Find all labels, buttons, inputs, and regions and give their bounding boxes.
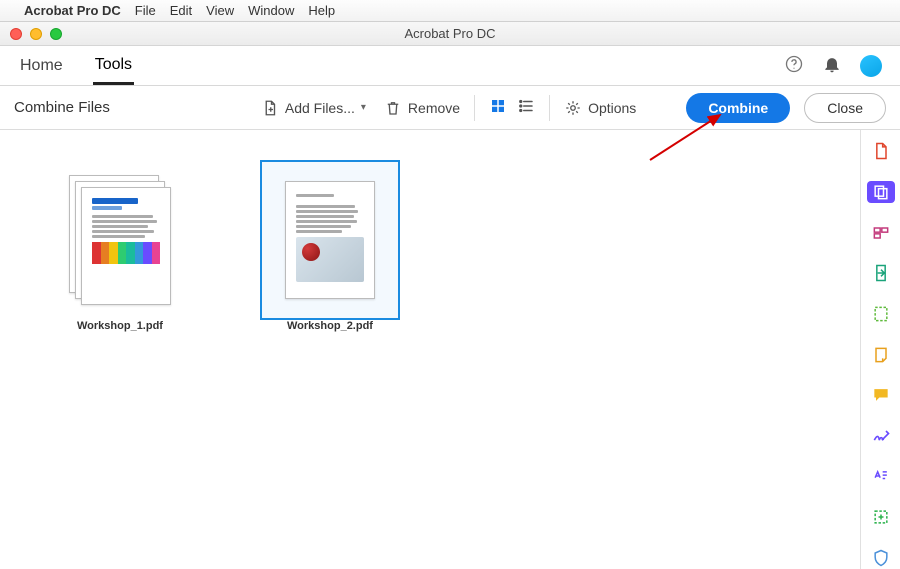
file-thumbnail (60, 170, 180, 310)
tools-rail (860, 130, 900, 569)
tab-home[interactable]: Home (18, 49, 65, 83)
fullscreen-window-button[interactable] (50, 28, 62, 40)
compare-icon[interactable] (867, 506, 895, 529)
menu-file[interactable]: File (135, 3, 156, 18)
close-button[interactable]: Close (804, 93, 886, 123)
traffic-lights (10, 28, 62, 40)
file-item[interactable]: Workshop_2.pdf (260, 170, 400, 332)
toolbar-title: Combine Files (14, 99, 110, 116)
options-label: Options (588, 100, 636, 116)
options-button[interactable]: Options (564, 99, 636, 117)
macos-menu-bar: Acrobat Pro DC File Edit View Window Hel… (0, 0, 900, 22)
protect-icon[interactable] (867, 546, 895, 569)
edit-icon[interactable] (867, 303, 895, 326)
comment-icon[interactable] (867, 384, 895, 407)
menu-view[interactable]: View (206, 3, 234, 18)
add-files-label: Add Files... (285, 100, 355, 116)
file-name: Workshop_1.pdf (77, 320, 163, 332)
help-icon[interactable] (784, 54, 804, 77)
remove-button[interactable]: Remove (384, 99, 460, 117)
export-icon[interactable] (867, 262, 895, 285)
grid-view-icon[interactable] (489, 97, 507, 118)
create-pdf-icon[interactable] (867, 140, 895, 163)
file-name: Workshop_2.pdf (287, 320, 373, 332)
window-titlebar: Acrobat Pro DC (0, 22, 900, 46)
file-item[interactable]: Workshop_1.pdf (50, 170, 190, 332)
menu-edit[interactable]: Edit (170, 3, 192, 18)
file-thumbnail (270, 170, 390, 310)
menu-window[interactable]: Window (248, 3, 294, 18)
combine-icon[interactable] (867, 181, 895, 204)
comment-note-icon[interactable] (867, 343, 895, 366)
menu-app-name[interactable]: Acrobat Pro DC (24, 3, 121, 18)
remove-label: Remove (408, 100, 460, 116)
window-title: Acrobat Pro DC (0, 26, 900, 41)
main-tabs: Home Tools (0, 46, 900, 86)
toolbar-divider-2 (549, 95, 550, 121)
tab-tools[interactable]: Tools (93, 48, 134, 85)
account-avatar[interactable] (860, 55, 882, 77)
list-view-icon[interactable] (517, 97, 535, 118)
combine-button[interactable]: Combine (686, 93, 790, 123)
combine-toolbar: Combine Files Add Files... ▾ Remove Opti… (0, 86, 900, 130)
organize-icon[interactable] (867, 221, 895, 244)
minimize-window-button[interactable] (30, 28, 42, 40)
close-window-button[interactable] (10, 28, 22, 40)
sign-icon[interactable] (867, 424, 895, 447)
toolbar-divider (474, 95, 475, 121)
chevron-down-icon: ▾ (361, 102, 366, 113)
menu-help[interactable]: Help (308, 3, 335, 18)
redact-icon[interactable] (867, 465, 895, 488)
notifications-icon[interactable] (822, 54, 842, 77)
add-files-button[interactable]: Add Files... ▾ (261, 99, 366, 117)
file-grid: Workshop_1.pdf (0, 130, 860, 569)
